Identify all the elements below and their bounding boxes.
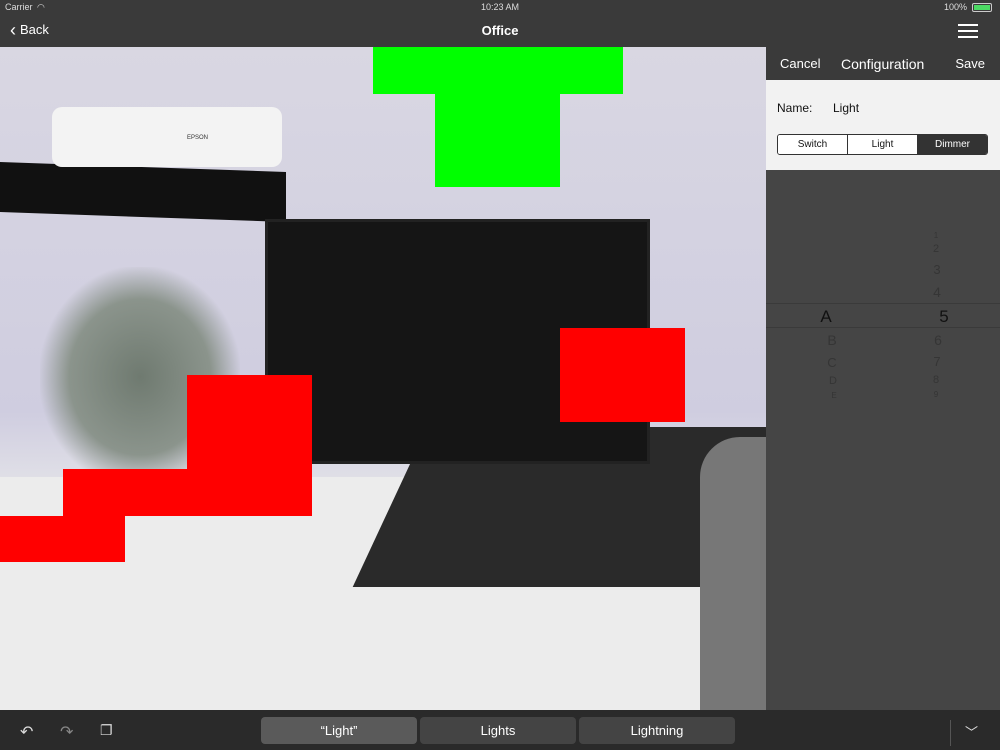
keyboard-shortcut-bar: ↶ ↷ ❐ “Light” Lights Lightning ﹀ (0, 710, 1000, 750)
picker-number[interactable]: 7 (933, 354, 940, 369)
picker-number[interactable]: 1 (934, 231, 938, 240)
picker-number[interactable]: 8 (933, 374, 939, 386)
picker-letter[interactable]: B (827, 332, 836, 348)
configuration-panel: Cancel Configuration Save Name: Light Sw… (766, 47, 1000, 710)
red-marker[interactable] (63, 469, 188, 516)
room-photo: EPSON (0, 47, 766, 710)
picker-letter[interactable]: E (831, 391, 836, 400)
time-label: 10:23 AM (480, 2, 520, 12)
nav-bar: ‹ Back Office (0, 15, 1000, 47)
projector: EPSON (52, 107, 282, 167)
hamburger-menu-icon[interactable] (958, 24, 978, 38)
suggestion[interactable]: Lightning (579, 717, 735, 744)
picker-letter[interactable]: D (829, 375, 837, 387)
segment-dimmer[interactable]: Dimmer (918, 135, 987, 154)
suggestion-quoted[interactable]: “Light” (261, 717, 417, 744)
page-title: Office (481, 23, 519, 38)
cancel-button[interactable]: Cancel (780, 56, 820, 71)
segment-switch[interactable]: Switch (778, 135, 848, 154)
battery-icon (972, 3, 992, 12)
battery-label: 100% (943, 2, 967, 12)
chevron-down-icon[interactable]: ﹀ (965, 722, 978, 741)
segment-light[interactable]: Light (848, 135, 918, 154)
red-marker[interactable] (0, 516, 125, 562)
red-marker[interactable] (187, 375, 312, 516)
picker-letter[interactable]: C (827, 355, 836, 370)
red-marker[interactable] (560, 328, 685, 422)
picker-selection-band (766, 303, 1000, 328)
save-button[interactable]: Save (955, 56, 985, 71)
redo-icon[interactable]: ↷ (60, 722, 73, 742)
status-bar: Carrier ◠ 10:23 AM 100% (0, 0, 1000, 15)
picker-number[interactable]: 3 (933, 262, 940, 277)
green-marker[interactable] (435, 94, 560, 187)
back-button[interactable]: ‹ Back (10, 19, 49, 40)
picker-letter-selected[interactable]: A (820, 307, 831, 327)
picker-number[interactable]: 9 (934, 390, 938, 399)
back-label: Back (20, 22, 49, 37)
name-label: Name: (777, 101, 813, 115)
picker-number-selected[interactable]: 5 (939, 307, 948, 327)
config-title: Configuration (841, 56, 925, 72)
name-field[interactable]: Light (833, 101, 859, 115)
suggestion[interactable]: Lights (420, 717, 576, 744)
picker-number[interactable]: 6 (934, 332, 942, 348)
undo-icon[interactable]: ↶ (20, 722, 33, 742)
chevron-left-icon: ‹ (10, 19, 16, 40)
chair (700, 437, 766, 710)
picker-number[interactable]: 4 (933, 284, 941, 300)
config-form: Name: Light Switch Light Dimmer (766, 80, 1000, 170)
divider (950, 720, 951, 746)
address-picker[interactable]: A B C D E 1 2 3 4 5 6 7 8 9 (766, 170, 1000, 710)
picker-number[interactable]: 2 (933, 243, 939, 255)
projector-brand: EPSON (187, 135, 209, 141)
green-marker[interactable] (373, 47, 623, 94)
shelf (0, 162, 286, 222)
type-segmented-control: Switch Light Dimmer (777, 134, 988, 155)
paste-icon[interactable]: ❐ (100, 722, 113, 739)
config-header: Cancel Configuration Save (766, 47, 1000, 80)
